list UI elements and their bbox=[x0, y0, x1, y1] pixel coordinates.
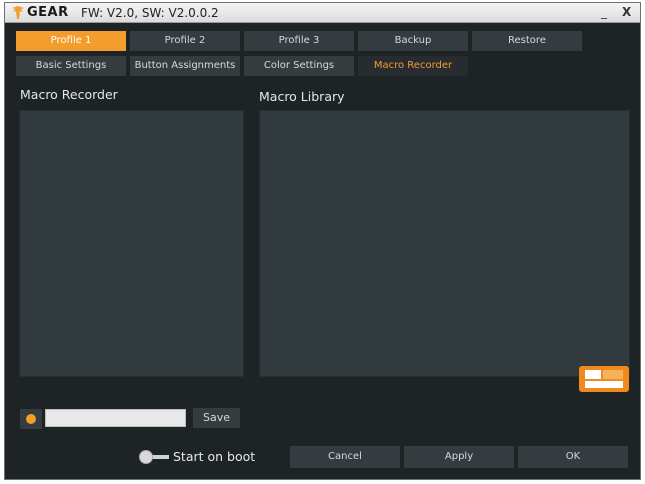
tab-color-settings[interactable]: Color Settings bbox=[244, 56, 354, 76]
start-on-boot-toggle[interactable] bbox=[139, 450, 171, 464]
tab-profile-1[interactable]: Profile 1 bbox=[16, 31, 126, 51]
firmware-version: FW: V2.0, SW: V2.0.0.2 bbox=[81, 6, 219, 20]
tab-basic-settings[interactable]: Basic Settings bbox=[16, 56, 126, 76]
cancel-button[interactable]: Cancel bbox=[290, 446, 400, 468]
tab-macro-recorder[interactable]: Macro Recorder bbox=[358, 56, 468, 76]
save-button[interactable]: Save bbox=[193, 408, 240, 428]
close-button[interactable]: X bbox=[622, 5, 631, 19]
tab-profile-2[interactable]: Profile 2 bbox=[130, 31, 240, 51]
macro-library-title: Macro Library bbox=[259, 89, 345, 104]
start-on-boot-label: Start on boot bbox=[173, 449, 256, 464]
macro-library-panel[interactable] bbox=[259, 110, 630, 377]
macro-recorder-panel[interactable] bbox=[19, 110, 244, 377]
brand-logo-text: GEAR bbox=[27, 5, 69, 20]
tab-profile-3[interactable]: Profile 3 bbox=[244, 31, 354, 51]
record-button[interactable] bbox=[20, 409, 42, 429]
macro-name-input[interactable] bbox=[45, 409, 186, 427]
tab-restore[interactable]: Restore bbox=[472, 31, 582, 51]
tab-backup[interactable]: Backup bbox=[358, 31, 468, 51]
toggle-knob[interactable] bbox=[139, 450, 153, 464]
ok-button[interactable]: OK bbox=[518, 446, 628, 468]
record-dot-icon bbox=[26, 414, 36, 424]
title-bar: GEAR FW: V2.0, SW: V2.0.0.2 _ X bbox=[5, 3, 640, 23]
app-window: GEAR FW: V2.0, SW: V2.0.0.2 _ X Profile … bbox=[4, 2, 641, 480]
macro-recorder-title: Macro Recorder bbox=[20, 87, 118, 102]
brand-mark-icon bbox=[579, 366, 629, 392]
apply-button[interactable]: Apply bbox=[404, 446, 514, 468]
minimize-button[interactable]: _ bbox=[601, 5, 607, 19]
tab-button-assignments[interactable]: Button Assignments bbox=[130, 56, 240, 76]
fnatic-logo-icon bbox=[12, 6, 24, 19]
